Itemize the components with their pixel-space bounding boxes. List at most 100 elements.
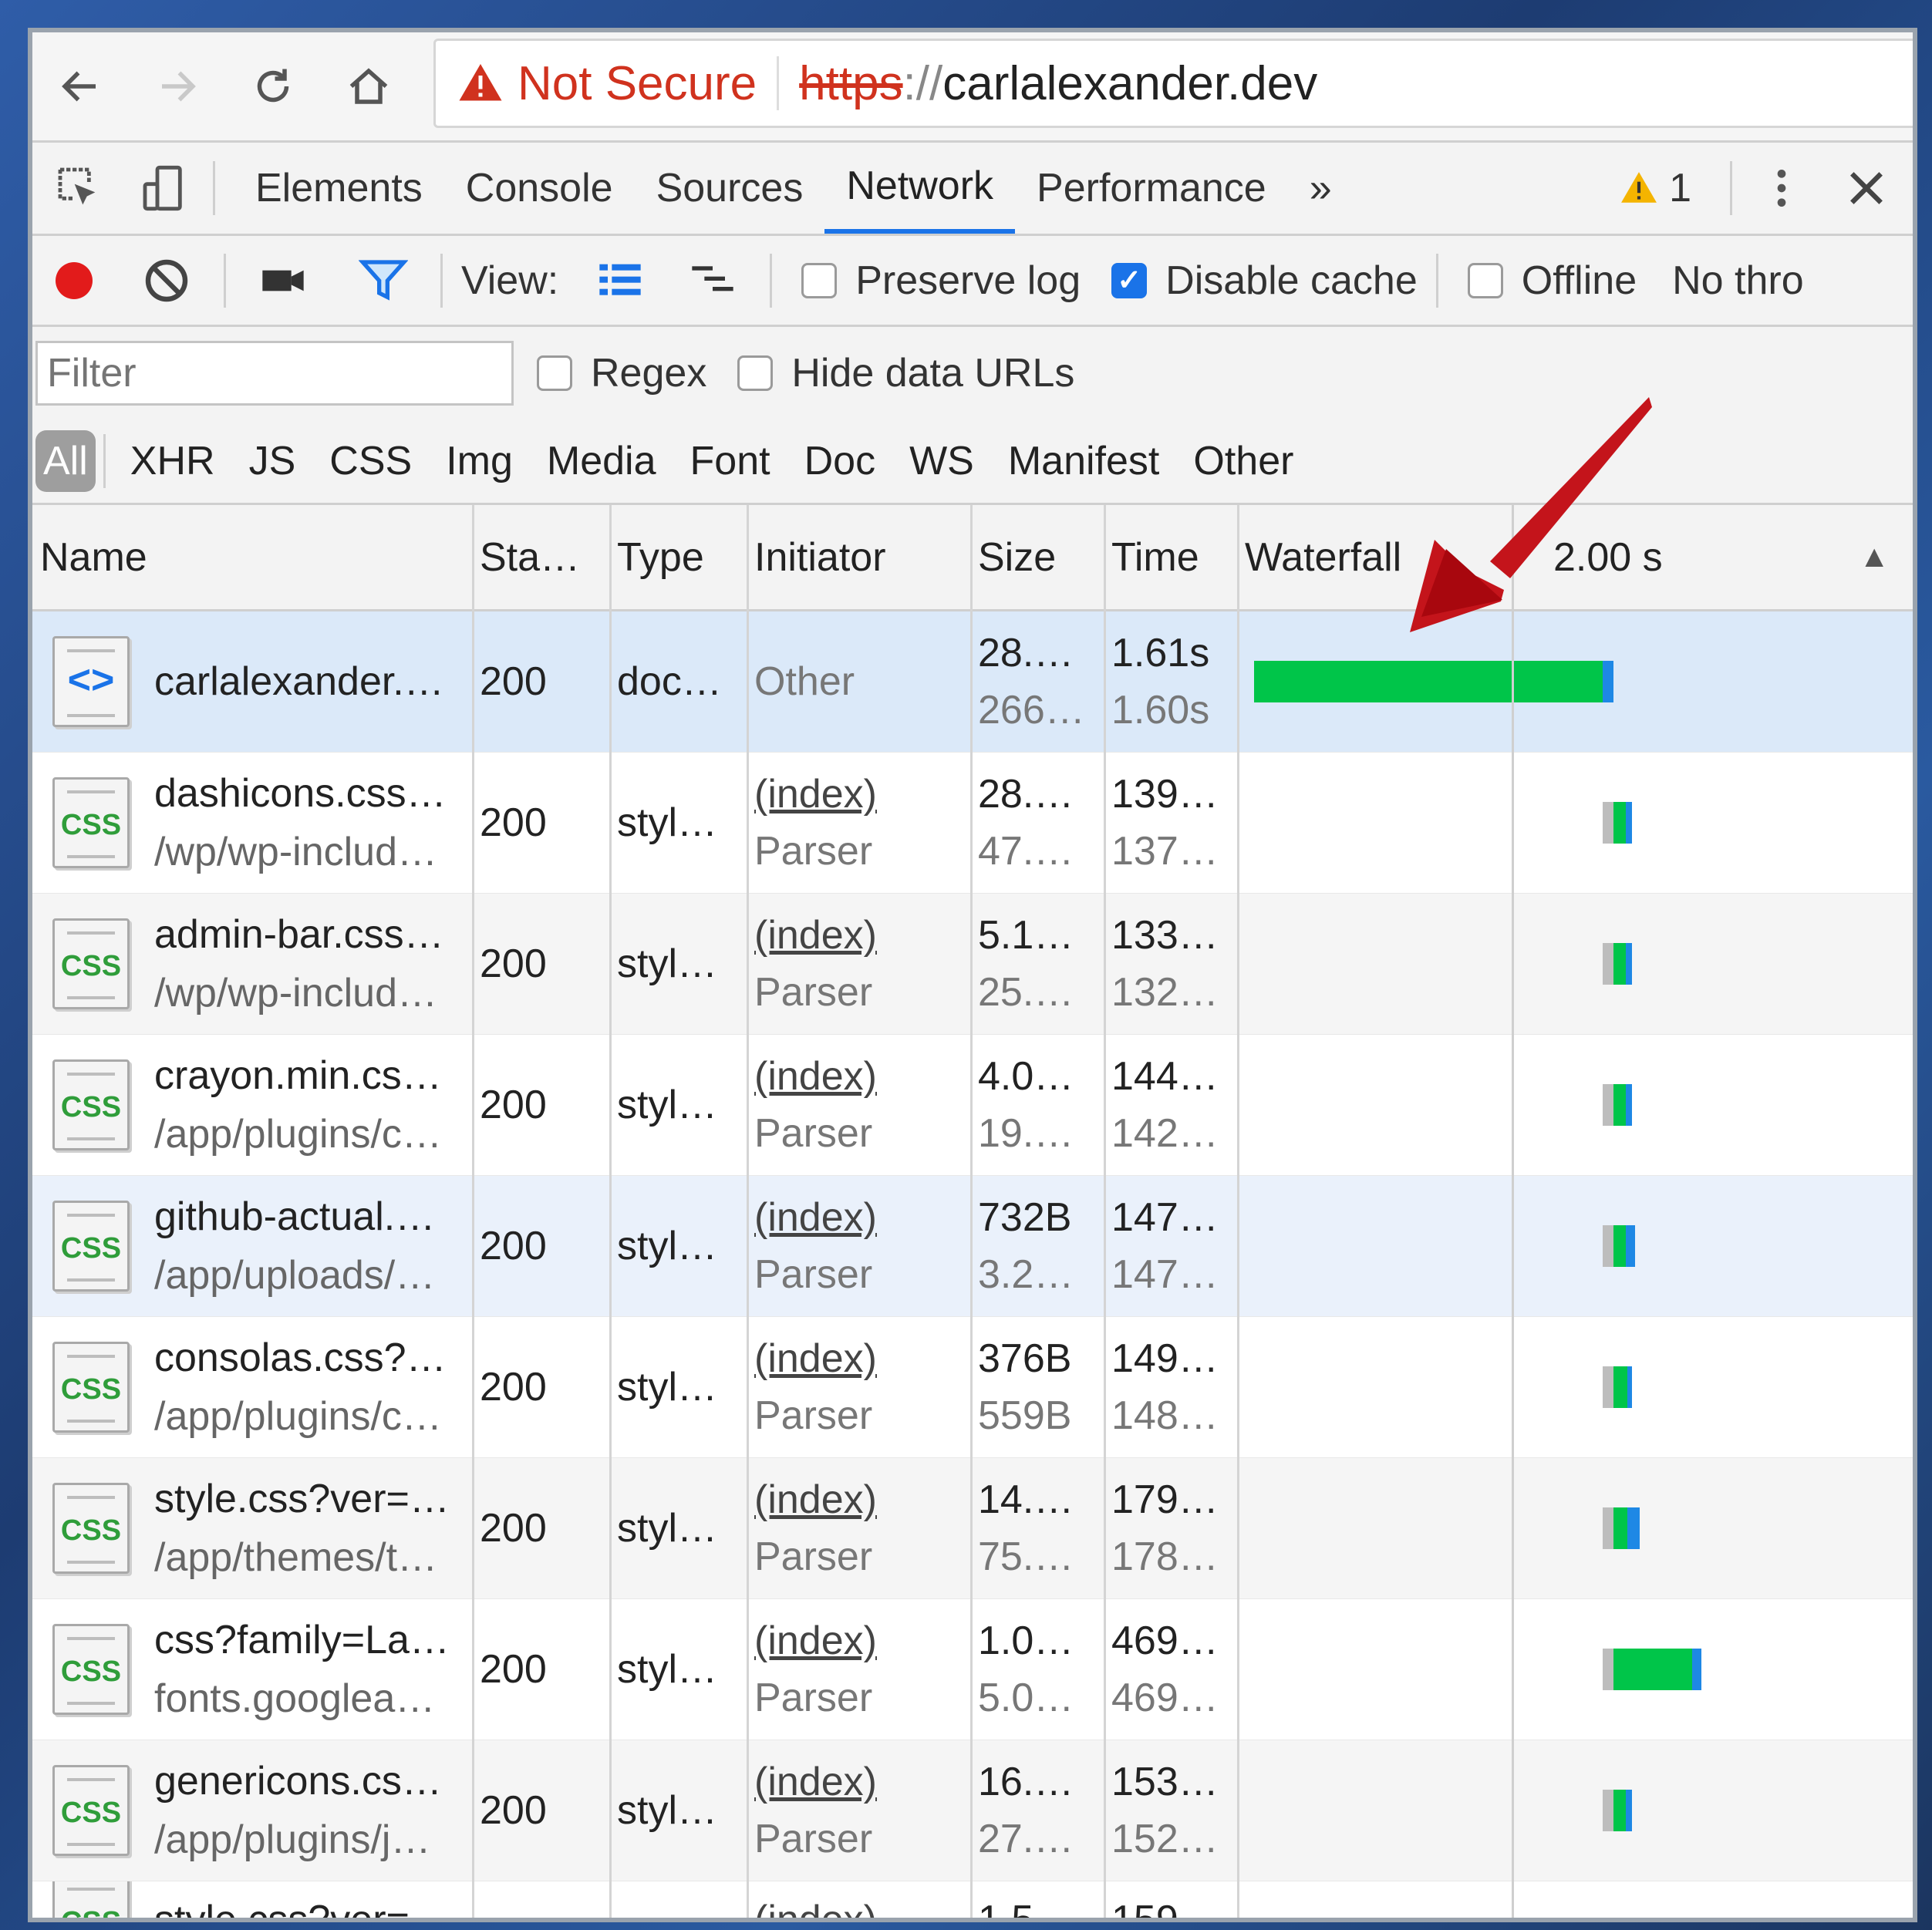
column-divider[interactable] bbox=[609, 505, 612, 1918]
column-status[interactable]: Sta… bbox=[472, 505, 609, 609]
waterfall-queue-bar bbox=[1603, 943, 1613, 985]
column-name[interactable]: Name bbox=[32, 505, 472, 609]
tab-sources[interactable]: Sources bbox=[635, 143, 825, 234]
filter-input[interactable] bbox=[35, 341, 514, 406]
initiator-cell[interactable]: (index) bbox=[754, 1194, 877, 1241]
resource-size: 19.… bbox=[978, 1111, 1074, 1156]
type-filter-js[interactable]: JS bbox=[232, 438, 313, 484]
disable-cache-checkbox[interactable]: ✓ bbox=[1111, 262, 1148, 298]
latency-time: 137… bbox=[1111, 829, 1219, 874]
initiator-cell[interactable]: (index) bbox=[754, 1897, 877, 1918]
type-filter-manifest[interactable]: Manifest bbox=[991, 438, 1177, 484]
type-cell: styl… bbox=[617, 1224, 717, 1268]
resource-size: 25.… bbox=[978, 970, 1074, 1015]
preserve-log-checkbox[interactable] bbox=[801, 262, 838, 298]
total-time: 139… bbox=[1111, 772, 1219, 817]
column-size[interactable]: Size bbox=[970, 505, 1104, 609]
kebab-menu-icon[interactable] bbox=[1751, 157, 1812, 219]
column-time[interactable]: Time bbox=[1104, 505, 1237, 609]
initiator-detail: Parser bbox=[754, 970, 873, 1015]
tab-network[interactable]: Network bbox=[824, 143, 1016, 234]
table-row[interactable]: CSS style.css?ver=… /app/themes/t… 200 styl…… bbox=[32, 1458, 1913, 1599]
type-filter-img[interactable]: Img bbox=[429, 438, 530, 484]
inspect-element-icon[interactable] bbox=[48, 157, 110, 219]
waterfall-scale-label: 2.00 s bbox=[1553, 534, 1663, 580]
close-icon[interactable] bbox=[1836, 157, 1897, 219]
type-filter-all[interactable]: All bbox=[35, 430, 96, 492]
table-row[interactable]: CSS admin-bar.css… /wp/wp-includ… 200 styl… (… bbox=[32, 894, 1913, 1035]
device-toolbar-icon[interactable] bbox=[133, 157, 194, 219]
column-divider[interactable] bbox=[472, 505, 474, 1918]
column-divider[interactable] bbox=[970, 505, 973, 1918]
waterfall-cell bbox=[1237, 1599, 1913, 1740]
home-button[interactable] bbox=[338, 56, 400, 117]
initiator-cell[interactable]: (index) bbox=[754, 1053, 877, 1100]
overview-icon[interactable] bbox=[682, 250, 743, 312]
total-time: 144… bbox=[1111, 1054, 1219, 1099]
video-camera-icon[interactable] bbox=[252, 250, 314, 312]
type-filter-font[interactable]: Font bbox=[673, 438, 787, 484]
reload-button[interactable] bbox=[242, 56, 304, 117]
resource-size: 3.2… bbox=[978, 1252, 1074, 1297]
initiator-cell[interactable]: (index) bbox=[754, 1759, 877, 1805]
type-filter-css[interactable]: CSS bbox=[312, 438, 429, 484]
table-row[interactable]: CSS css?family=La… fonts.googlea… 200 styl… (… bbox=[32, 1599, 1913, 1740]
type-filter-doc[interactable]: Doc bbox=[787, 438, 892, 484]
initiator-cell[interactable]: (index) bbox=[754, 1618, 877, 1664]
table-row[interactable]: CSS consolas.css?… /app/plugins/c… 200 styl…… bbox=[32, 1317, 1913, 1458]
document-file-icon: <> bbox=[52, 636, 130, 727]
clear-icon[interactable] bbox=[136, 250, 197, 312]
record-icon[interactable] bbox=[43, 250, 105, 312]
address-bar[interactable]: Not Secure https://carlalexander.dev bbox=[433, 39, 1913, 128]
tab-elements[interactable]: Elements bbox=[234, 143, 444, 234]
table-row[interactable]: CSS github-actual.… /app/uploads/… 200 styl…… bbox=[32, 1176, 1913, 1317]
throttling-select[interactable]: No thro bbox=[1672, 258, 1804, 304]
toolbar-divider bbox=[1730, 161, 1732, 215]
request-path: fonts.googlea… bbox=[154, 1676, 436, 1721]
table-row[interactable]: CSS crayon.min.cs… /app/plugins/c… 200 styl…… bbox=[32, 1035, 1913, 1176]
column-divider[interactable] bbox=[747, 505, 749, 1918]
offline-checkbox[interactable] bbox=[1467, 262, 1503, 298]
table-row[interactable]: CSS style.css?ver=… (index) 1.5… 159… bbox=[32, 1881, 1913, 1918]
initiator-cell[interactable]: (index) bbox=[754, 771, 877, 817]
type-filter-other[interactable]: Other bbox=[1176, 438, 1310, 484]
type-filter-media[interactable]: Media bbox=[530, 438, 673, 484]
network-requests-table: Name Sta… Type Initiator Size Time Water… bbox=[32, 505, 1913, 1918]
tab-performance[interactable]: Performance bbox=[1015, 143, 1288, 234]
tab-console[interactable]: Console bbox=[444, 143, 635, 234]
request-name: style.css?ver=… bbox=[154, 1897, 450, 1918]
table-row[interactable]: <> carlalexander.… 200 doc… Other 28.… 266… 1.6… bbox=[32, 611, 1913, 753]
warnings-counter[interactable]: 1 bbox=[1620, 165, 1691, 211]
filter-icon[interactable] bbox=[352, 250, 414, 312]
sort-ascending-icon[interactable]: ▲ bbox=[1859, 540, 1890, 574]
file-type-badge: CSS bbox=[60, 950, 122, 982]
type-cell: doc… bbox=[617, 659, 722, 704]
css-file-icon: CSS bbox=[52, 1059, 130, 1150]
type-filter-xhr[interactable]: XHR bbox=[113, 438, 232, 484]
column-type[interactable]: Type bbox=[609, 505, 747, 609]
status-cell: 200 bbox=[480, 800, 547, 845]
latency-time: 178… bbox=[1111, 1534, 1219, 1579]
initiator-cell[interactable]: (index) bbox=[754, 1477, 877, 1523]
back-button[interactable] bbox=[49, 56, 111, 117]
type-cell: styl… bbox=[617, 1788, 717, 1833]
table-row[interactable]: CSS dashicons.css… /wp/wp-includ… 200 styl… (… bbox=[32, 753, 1913, 894]
column-divider[interactable] bbox=[1237, 505, 1239, 1918]
forward-button[interactable] bbox=[147, 56, 208, 117]
regex-checkbox[interactable] bbox=[537, 355, 572, 391]
more-tabs-button[interactable]: » bbox=[1288, 143, 1354, 234]
hide-data-urls-checkbox[interactable] bbox=[737, 355, 774, 391]
latency-time: 152… bbox=[1111, 1817, 1219, 1861]
initiator-cell[interactable]: (index) bbox=[754, 912, 877, 958]
waterfall-waiting-bar bbox=[1254, 661, 1603, 702]
css-file-icon: CSS bbox=[52, 1881, 130, 1918]
column-divider[interactable] bbox=[1104, 505, 1106, 1918]
hide-data-urls-label: Hide data URLs bbox=[791, 351, 1075, 396]
large-rows-icon[interactable] bbox=[589, 250, 651, 312]
security-indicator[interactable]: Not Secure bbox=[457, 56, 757, 111]
column-waterfall[interactable]: Waterfall 2.00 s ▲ bbox=[1237, 505, 1913, 609]
column-initiator[interactable]: Initiator bbox=[747, 505, 970, 609]
table-row[interactable]: CSS genericons.cs… /app/plugins/j… 200 styl…… bbox=[32, 1740, 1913, 1881]
initiator-cell[interactable]: (index) bbox=[754, 1336, 877, 1382]
type-filter-ws[interactable]: WS bbox=[892, 438, 991, 484]
